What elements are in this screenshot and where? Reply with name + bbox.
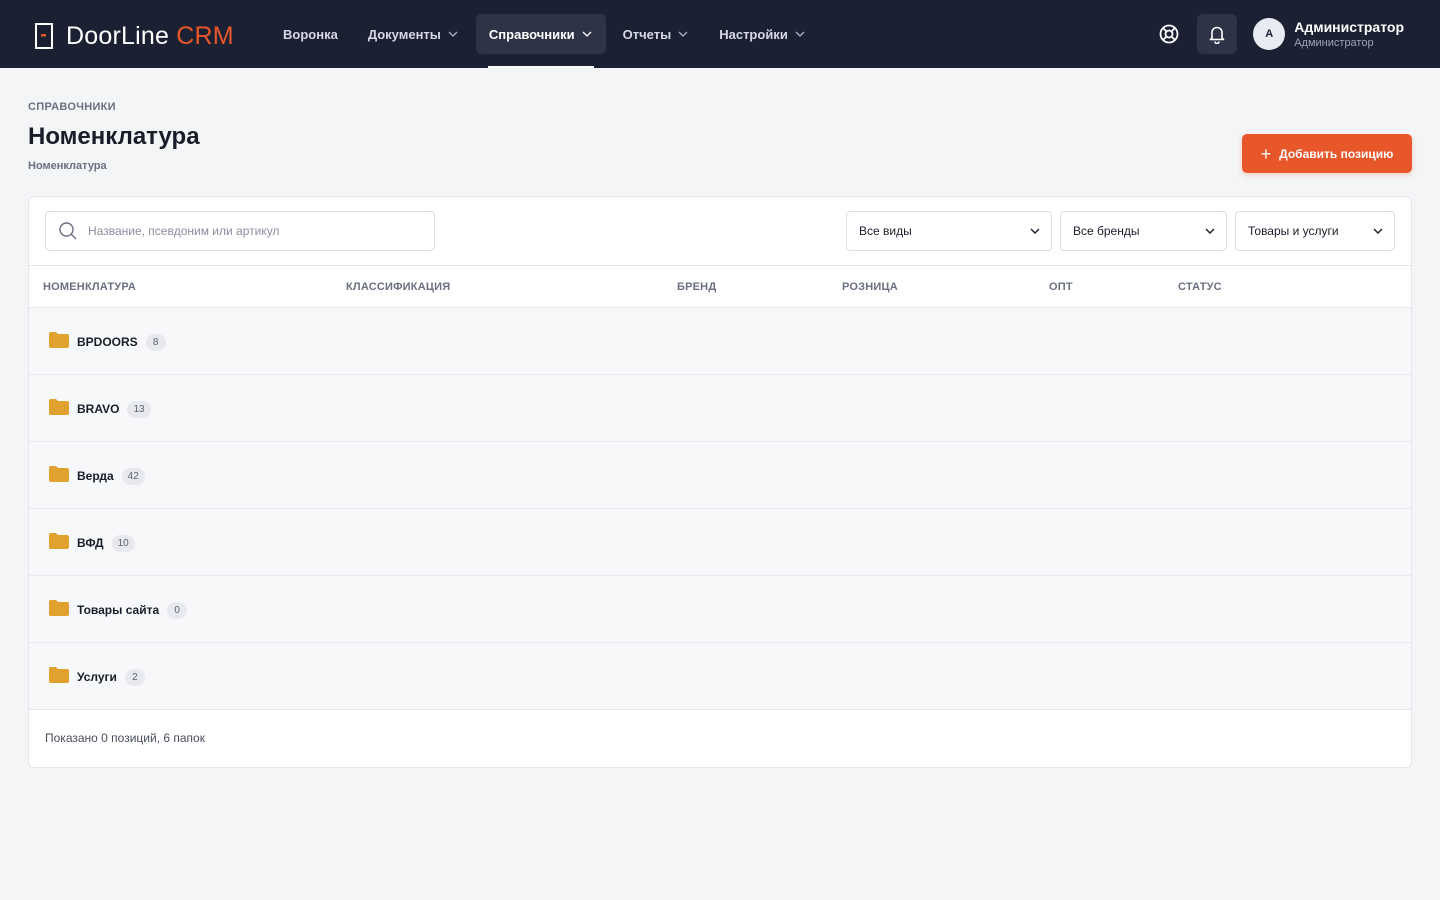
bell-icon [1209,26,1225,44]
kind-filter-value: Все виды [859,224,912,238]
column-header-retail[interactable]: РОЗНИЦА [842,281,898,293]
column-header-classification[interactable]: КЛАССИФИКАЦИЯ [346,281,450,293]
top-navigation-bar: DoorLine CRM Воронка Документы Справочни… [0,0,1440,68]
type-filter-select[interactable]: Товары и услуги [1235,211,1395,251]
folder-name-text: Товары сайта [77,603,160,617]
section-eyebrow: СПРАВОЧНИКИ [28,101,116,113]
nav-item-reports[interactable]: Отчеты [610,14,703,54]
logo-text: DoorLine CRM [66,22,234,51]
folder-icon [49,466,69,482]
folder-name-text: ВФД [77,536,104,550]
table-summary: Показано 0 позиций, 6 папок [45,731,205,745]
item-count-badge: 8 [145,334,166,351]
lifebuoy-icon [1159,24,1179,44]
nav-item-label: Документы [367,26,441,42]
folder-name-text: BPDOORS [77,335,138,349]
table-row[interactable]: Товары сайта 0 [29,576,1411,643]
folder-name: BPDOORS 8 [77,334,166,351]
column-header-status[interactable]: СТАТУС [1178,281,1222,293]
brand-filter-select[interactable]: Все бренды [1060,211,1227,251]
nomenclature-card: Все виды Все бренды Товары и услуги НОМЕ… [28,196,1412,768]
folder-icon [49,600,69,616]
table-header: НОМЕНКЛАТУРА КЛАССИФИКАЦИЯ БРЕНД РОЗНИЦА… [29,265,1411,308]
chevron-down-icon [582,31,592,37]
item-count-badge: 42 [121,468,145,485]
folder-icon [49,533,69,549]
item-count-badge: 10 [111,535,135,552]
add-position-label: Добавить позицию [1279,146,1394,161]
item-count-badge: 2 [124,669,145,686]
notifications-button[interactable] [1197,14,1238,54]
nav-item-label: Воронка [283,26,338,42]
nav-item-funnel[interactable]: Воронка [270,14,351,54]
table-row[interactable]: BPDOORS 8 [29,308,1411,375]
folder-name: Услуги 2 [77,669,145,686]
chevron-down-icon [1205,228,1215,234]
avatar[interactable]: A [1253,18,1286,50]
add-position-button[interactable]: + Добавить позицию [1242,134,1412,173]
folder-name-text: BRAVO [77,402,120,416]
breadcrumb: Номенклатура [28,160,107,172]
chevron-down-icon [1030,228,1040,234]
chevron-down-icon [795,31,805,37]
search-icon [59,222,77,240]
user-name: Администратор [1294,18,1404,35]
folder-name: Верда 42 [77,468,145,485]
folder-name-text: Верда [77,469,114,483]
search-field[interactable] [45,211,435,251]
folder-name: Товары сайта 0 [77,602,188,619]
type-filter-value: Товары и услуги [1248,224,1339,238]
chevron-down-icon [1373,228,1383,234]
nav-item-label: Отчеты [622,26,672,42]
logo[interactable]: DoorLine CRM [34,22,234,50]
column-header-wholesale[interactable]: ОПТ [1049,281,1073,293]
brand-filter-value: Все бренды [1073,224,1140,238]
folder-name: BRAVO 13 [77,401,151,418]
folder-icon [49,332,69,348]
item-count-badge: 0 [167,602,188,619]
nav-item-label: Справочники [488,26,575,42]
table-row[interactable]: ВФД 10 [29,509,1411,576]
logo-main-text: DoorLine [66,21,170,50]
column-header-brand[interactable]: БРЕНД [677,281,716,293]
top-right-actions: A Администратор Администратор [1149,14,1404,54]
folder-name: ВФД 10 [77,535,135,552]
nav-item-documents[interactable]: Документы [355,14,472,54]
help-button[interactable] [1149,14,1189,54]
search-input[interactable] [88,224,408,238]
logo-accent-text: CRM [176,21,234,50]
folder-icon [49,399,69,415]
folder-name-text: Услуги [77,670,117,684]
item-count-badge: 13 [127,401,151,418]
table-row[interactable]: Верда 42 [29,442,1411,509]
table-row[interactable]: Услуги 2 [29,643,1411,710]
nav-item-label: Настройки [719,26,788,42]
plus-icon: + [1260,143,1272,164]
main-nav: Воронка Документы Справочники Отчеты Нас… [270,14,823,68]
user-role: Администратор [1294,36,1374,49]
page-title: Номенклатура [28,123,200,150]
user-info[interactable]: Администратор Администратор [1294,20,1404,49]
kind-filter-select[interactable]: Все виды [846,211,1052,251]
column-header-nomenclature[interactable]: НОМЕНКЛАТУРА [43,281,136,293]
door-logo-icon [35,23,53,49]
nav-item-settings[interactable]: Настройки [706,14,819,54]
folder-icon [49,667,69,683]
nav-item-references[interactable]: Справочники [475,14,606,68]
chevron-down-icon [678,31,688,37]
chevron-down-icon [448,31,458,37]
table-row[interactable]: BRAVO 13 [29,375,1411,442]
